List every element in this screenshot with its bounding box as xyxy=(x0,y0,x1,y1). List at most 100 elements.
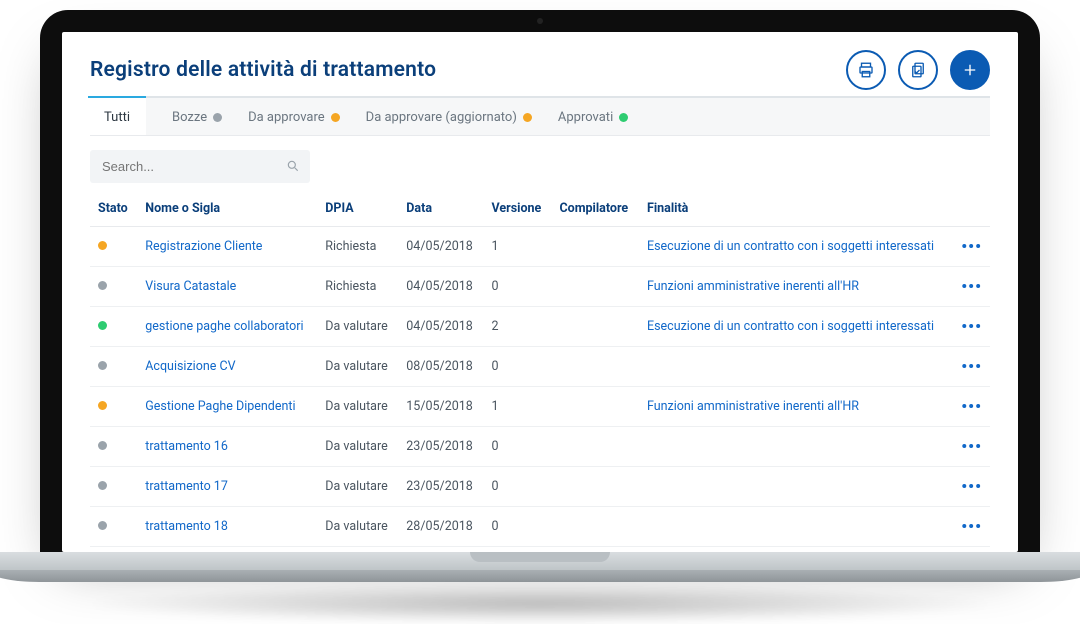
cell-nome[interactable]: Registrazione Cliente xyxy=(137,227,317,267)
cell-finalita xyxy=(639,347,952,387)
tab-3[interactable]: Da approvare (aggiornato) xyxy=(366,98,532,135)
add-button[interactable] xyxy=(950,50,990,90)
cell-data: 08/05/2018 xyxy=(398,347,483,387)
print-icon xyxy=(857,61,875,79)
cell-versione: 0 xyxy=(484,267,552,307)
col-dpia[interactable]: DPIA xyxy=(317,191,398,227)
cell-dpia: Da valutare xyxy=(317,467,398,507)
cell-compilatore xyxy=(551,387,639,427)
header-actions xyxy=(846,50,990,90)
search-input[interactable] xyxy=(90,150,310,183)
status-dot-icon xyxy=(98,321,107,330)
cell-versione: 0 xyxy=(484,347,552,387)
cell-compilatore xyxy=(551,347,639,387)
cell-dpia: Da valutare xyxy=(317,387,398,427)
cell-compilatore xyxy=(551,307,639,347)
cell-data: 04/05/2018 xyxy=(398,307,483,347)
cell-versione: 0 xyxy=(484,507,552,547)
cell-stato xyxy=(90,227,137,267)
cell-data: 15/05/2018 xyxy=(398,387,483,427)
cell-finalita xyxy=(639,467,952,507)
col-nome[interactable]: Nome o Sigla xyxy=(137,191,317,227)
status-dot-icon xyxy=(523,113,532,122)
cell-compilatore xyxy=(551,427,639,467)
row-actions-icon[interactable]: ••• xyxy=(961,277,982,296)
plus-icon xyxy=(961,61,979,79)
cell-versione: 1 xyxy=(484,227,552,267)
col-compilatore[interactable]: Compilatore xyxy=(551,191,639,227)
print-button[interactable] xyxy=(846,50,886,90)
status-dot-icon xyxy=(98,481,107,490)
table-row: Acquisizione CVDa valutare08/05/20180 ••• xyxy=(90,347,990,387)
row-actions-icon[interactable]: ••• xyxy=(961,317,982,336)
cell-finalita[interactable]: Esecuzione di un contratto con i soggett… xyxy=(639,227,952,267)
row-actions-icon[interactable]: ••• xyxy=(961,357,982,376)
page-title: Registro delle attività di trattamento xyxy=(90,58,436,82)
cell-finalita[interactable]: Funzioni amministrative inerenti all'HR xyxy=(639,267,952,307)
col-stato[interactable]: Stato xyxy=(90,191,137,227)
status-dot-icon xyxy=(98,521,107,530)
copy-button[interactable] xyxy=(898,50,938,90)
cell-dpia: Richiesta xyxy=(317,227,398,267)
cell-data: 04/05/2018 xyxy=(398,227,483,267)
cell-finalita[interactable]: Esecuzione di un contratto con i soggett… xyxy=(639,307,952,347)
cell-dpia: Da valutare xyxy=(317,507,398,547)
status-dot-icon xyxy=(331,113,340,122)
row-actions-icon[interactable]: ••• xyxy=(961,237,982,256)
cell-nome[interactable]: trattamento 16 xyxy=(137,427,317,467)
cell-nome[interactable]: Acquisizione CV xyxy=(137,347,317,387)
status-dot-icon xyxy=(619,113,628,122)
cell-versione: 0 xyxy=(484,427,552,467)
cell-stato xyxy=(90,467,137,507)
row-actions-icon[interactable]: ••• xyxy=(961,517,982,536)
table-row: Registrazione ClienteRichiesta04/05/2018… xyxy=(90,227,990,267)
status-dot-icon xyxy=(213,113,222,122)
row-actions-icon[interactable]: ••• xyxy=(961,477,982,496)
cell-dpia: Da valutare xyxy=(317,347,398,387)
cell-dpia: Da valutare xyxy=(317,307,398,347)
tab-4[interactable]: Approvati xyxy=(558,98,628,135)
cell-versione: 2 xyxy=(484,307,552,347)
table-row: gestione paghe collaboratoriDa valutare0… xyxy=(90,307,990,347)
col-data[interactable]: Data xyxy=(398,191,483,227)
tab-label: Approvati xyxy=(558,110,613,125)
row-actions-icon[interactable]: ••• xyxy=(961,437,982,456)
cell-dpia: Da valutare xyxy=(317,427,398,467)
tabs-bar: Tutti Bozze Da approvare Da approvare (aggi… xyxy=(90,96,990,136)
cell-nome[interactable]: Gestione Paghe Dipendenti xyxy=(137,387,317,427)
cell-versione: 0 xyxy=(484,467,552,507)
cell-stato xyxy=(90,427,137,467)
cell-finalita xyxy=(639,507,952,547)
cell-stato xyxy=(90,387,137,427)
cell-compilatore xyxy=(551,227,639,267)
cell-finalita xyxy=(639,427,952,467)
tab-label: Tutti xyxy=(104,110,130,125)
col-versione[interactable]: Versione xyxy=(484,191,552,227)
tab-0[interactable]: Tutti xyxy=(88,96,146,135)
table-row: trattamento 17Da valutare23/05/20180••• xyxy=(90,467,990,507)
copy-check-icon xyxy=(909,61,927,79)
cell-stato xyxy=(90,267,137,307)
row-actions-icon[interactable]: ••• xyxy=(961,397,982,416)
col-finalita[interactable]: Finalità xyxy=(639,191,952,227)
status-dot-icon xyxy=(98,241,107,250)
status-dot-icon xyxy=(98,401,107,410)
table-row: trattamento 16Da valutare23/05/20180••• xyxy=(90,427,990,467)
cell-nome[interactable]: trattamento 17 xyxy=(137,467,317,507)
cell-compilatore xyxy=(551,507,639,547)
cell-data: 04/05/2018 xyxy=(398,267,483,307)
tab-1[interactable]: Bozze xyxy=(172,98,222,135)
cell-stato xyxy=(90,347,137,387)
tab-2[interactable]: Da approvare xyxy=(248,98,340,135)
cell-stato xyxy=(90,507,137,547)
cell-compilatore xyxy=(551,267,639,307)
cell-nome[interactable]: Visura Catastale xyxy=(137,267,317,307)
table-row: Visura CatastaleRichiesta04/05/20180Funz… xyxy=(90,267,990,307)
tab-label: Bozze xyxy=(172,110,207,125)
cell-finalita[interactable]: Funzioni amministrative inerenti all'HR xyxy=(639,387,952,427)
cell-versione: 1 xyxy=(484,387,552,427)
cell-nome[interactable]: gestione paghe collaboratori xyxy=(137,307,317,347)
cell-nome[interactable]: trattamento 18 xyxy=(137,507,317,547)
status-dot-icon xyxy=(98,281,107,290)
tab-label: Da approvare (aggiornato) xyxy=(366,110,517,125)
